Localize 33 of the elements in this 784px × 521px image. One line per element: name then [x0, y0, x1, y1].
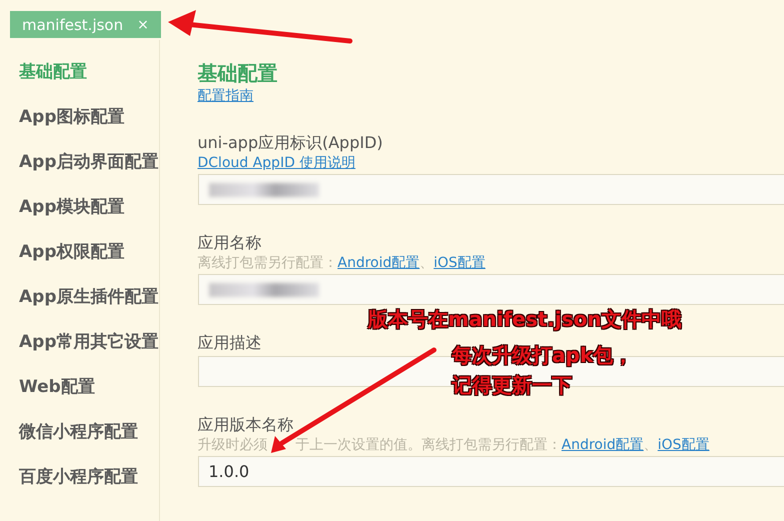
sidebar-item[interactable]: App图标配置 [0, 97, 158, 142]
tab-label: manifest.json [22, 16, 124, 34]
sidebar-item[interactable]: 百度小程序配置 [0, 457, 158, 502]
guide-link[interactable]: 配置指南 [198, 87, 254, 105]
hint-text: 离线打包需另行配置： [198, 254, 338, 272]
help-link[interactable]: iOS配置 [434, 254, 486, 272]
help-link[interactable]: Android配置 [338, 254, 420, 272]
annotation-text: 版本号在manifest.json文件中哦 [368, 306, 682, 333]
annotation-text: 记得更新一下 [452, 372, 572, 399]
sidebar-item[interactable]: 微信小程序配置 [0, 412, 158, 457]
section-title: 基础配置 [198, 60, 278, 87]
hint-text: 于上一次设置的值。离线打包需另行配置： [296, 436, 562, 454]
arrow-icon [168, 10, 352, 44]
input-field[interactable] [198, 274, 784, 305]
field-label: 应用版本名称 [198, 415, 294, 436]
hint-text: 升级时必须 [198, 436, 268, 454]
field-label: 应用名称 [198, 233, 262, 254]
sidebar-item[interactable]: App权限配置 [0, 232, 158, 277]
sidebar-item[interactable]: App模块配置 [0, 187, 158, 232]
field-label: uni-app应用标识(AppID) [198, 133, 383, 154]
input-field[interactable]: 1.0.0 [198, 456, 784, 487]
sidebar-item[interactable]: Web配置 [0, 367, 158, 412]
help-link[interactable]: iOS配置 [658, 436, 710, 454]
sidebar-item[interactable]: App原生插件配置 [0, 277, 158, 322]
hint-text: 、 [420, 254, 434, 272]
sidebar-item[interactable]: App启动界面配置 [0, 142, 158, 187]
annotation-text: 每次升级打apk包， [452, 342, 634, 369]
hint-text: 、 [644, 436, 658, 454]
input-field[interactable] [198, 174, 784, 205]
help-link[interactable]: Android配置 [562, 436, 644, 454]
sidebar-item[interactable]: App常用其它设置 [0, 322, 158, 367]
help-link[interactable]: DCloud AppID 使用说明 [198, 154, 356, 172]
field-label: 应用描述 [198, 333, 262, 354]
